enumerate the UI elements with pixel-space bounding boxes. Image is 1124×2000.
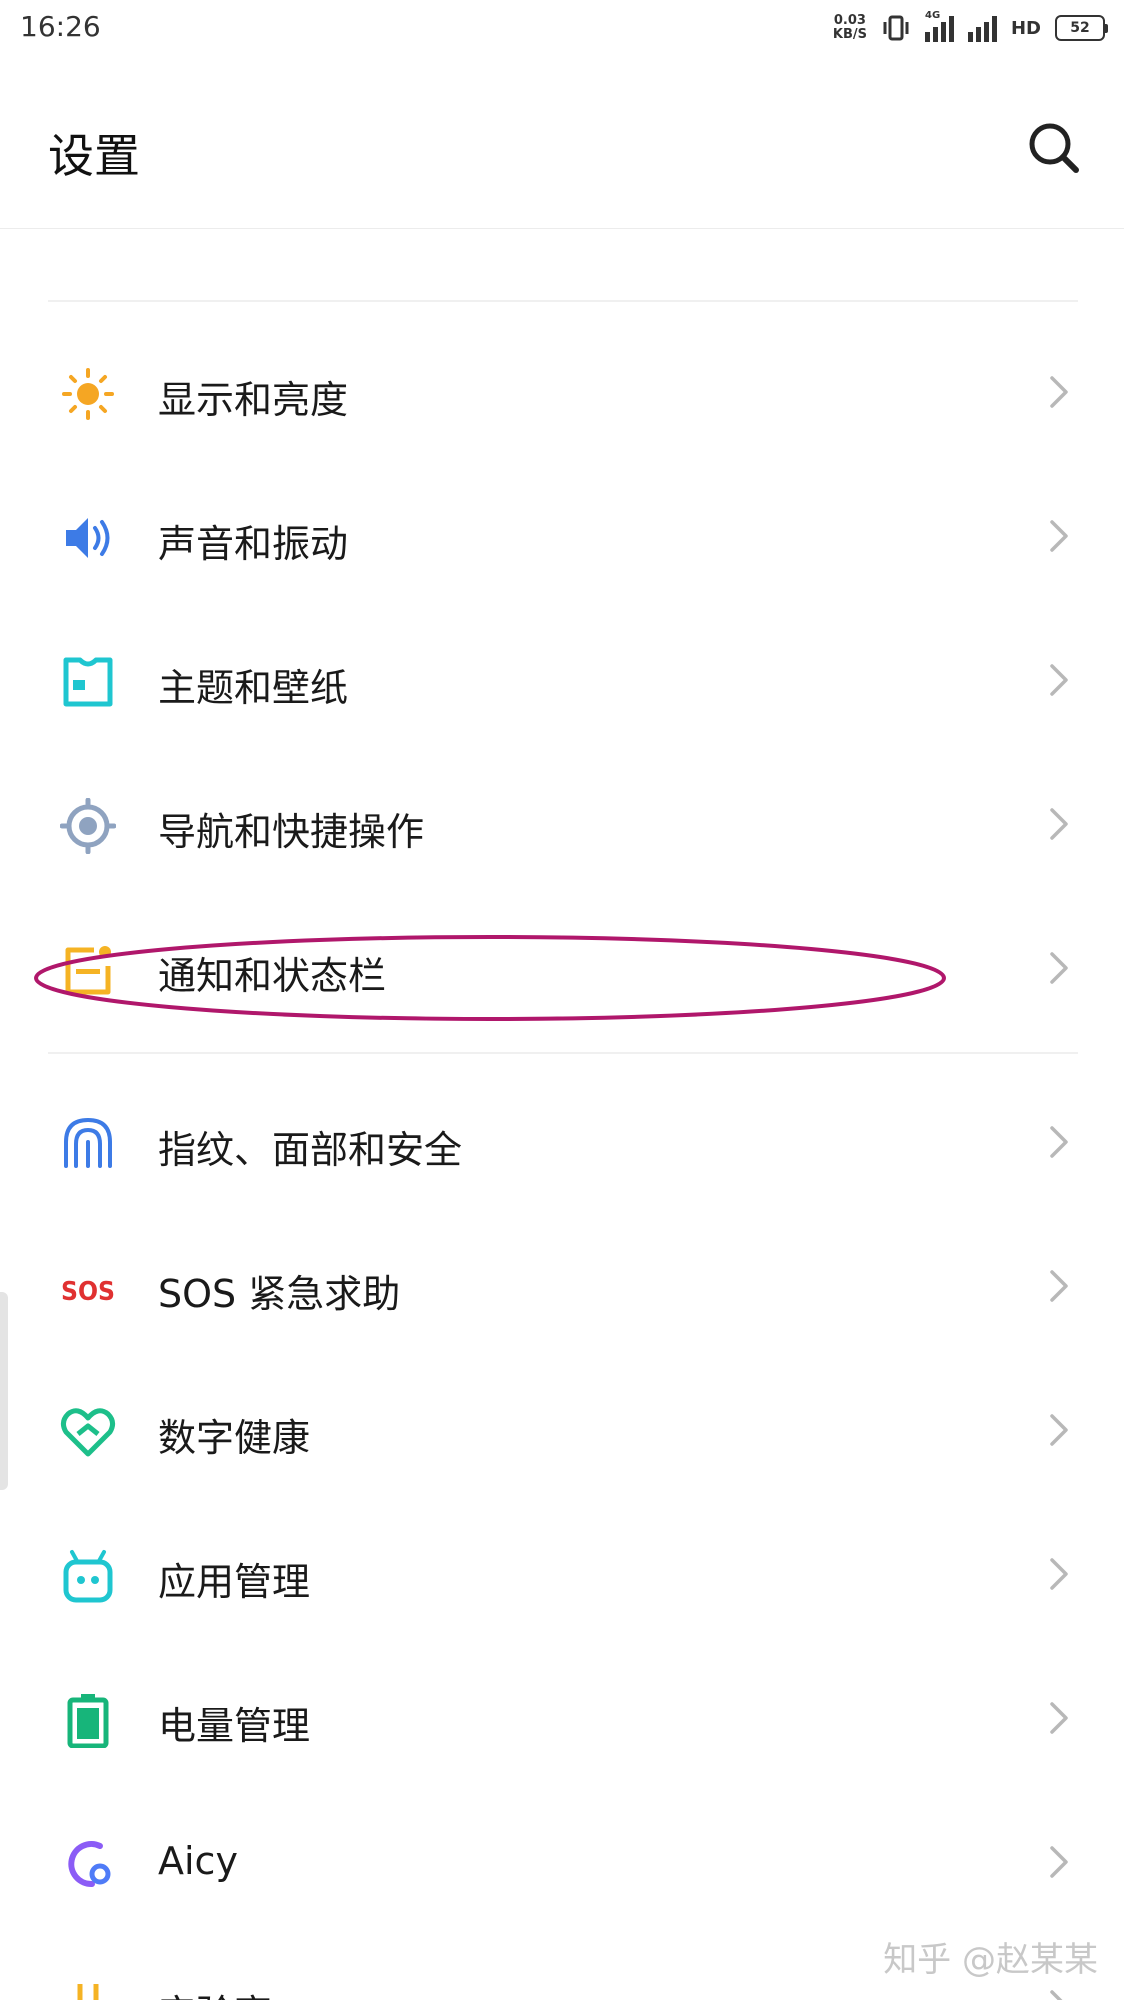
- settings-item-label: Aicy: [158, 1839, 238, 1883]
- settings-item-label: SOS 紧急求助: [158, 1272, 401, 1316]
- settings-item-theme[interactable]: 主题和壁纸: [0, 610, 1124, 750]
- chevron-right-icon: [1050, 1270, 1068, 1302]
- settings-item-label: 电量管理: [158, 1704, 311, 1748]
- shirt-icon: [63, 657, 113, 707]
- search-icon[interactable]: [1024, 118, 1084, 178]
- network-type-label: 4G: [924, 10, 941, 21]
- chevron-right-icon: [1050, 1558, 1068, 1590]
- aicy-icon: [68, 1841, 111, 1888]
- settings-item-label: 导航和快捷操作: [158, 810, 425, 854]
- chevron-right-icon: [1050, 1702, 1068, 1734]
- settings-item-notifications[interactable]: 通知和状态栏: [0, 898, 1124, 1038]
- sos-icon: SOS: [61, 1277, 115, 1307]
- settings-item-label: 声音和振动: [158, 522, 349, 566]
- network-speed-value: 0.03: [833, 13, 866, 28]
- settings-item-sos[interactable]: SOS SOS 紧急求助: [0, 1216, 1124, 1356]
- chevron-right-icon: [1050, 1846, 1068, 1878]
- chevron-right-icon: [1050, 664, 1068, 696]
- settings-item-label: 主题和壁纸: [158, 666, 349, 710]
- chevron-right-icon: [1050, 520, 1068, 552]
- divider: [48, 1052, 1078, 1054]
- fingerprint-icon: [64, 1117, 112, 1168]
- app-header: 设置: [0, 56, 1124, 229]
- settings-item-digital-wellbeing[interactable]: 数字健康: [0, 1360, 1124, 1500]
- speaker-icon: [66, 518, 110, 558]
- battery-status-icon: 52: [1055, 15, 1108, 41]
- heart-icon: [60, 1408, 116, 1457]
- status-time: 16:26: [20, 10, 101, 43]
- chevron-right-icon: [1050, 1990, 1063, 2000]
- settings-item-security[interactable]: 指纹、面部和安全: [0, 1072, 1124, 1212]
- settings-item-label: 通知和状态栏: [158, 954, 387, 998]
- settings-item-display[interactable]: 显示和亮度: [0, 322, 1124, 462]
- chevron-right-icon: [1050, 376, 1068, 408]
- signal-4g-icon: 4G: [924, 10, 954, 42]
- chevron-right-icon: [1050, 1414, 1068, 1446]
- settings-item-label: 应用管理: [158, 1560, 311, 1604]
- network-speed: 0.03 KB/S: [833, 14, 867, 42]
- notification-icon: [65, 946, 111, 995]
- hd-icon: HD: [1010, 17, 1041, 39]
- flask-icon: [77, 1984, 99, 2000]
- settings-item-label: 数字健康: [158, 1416, 311, 1460]
- status-icons: 0.03 KB/S 4G HD 52: [833, 10, 1108, 46]
- settings-item-sound[interactable]: 声音和振动: [0, 466, 1124, 606]
- settings-item-app-management[interactable]: 应用管理: [0, 1504, 1124, 1644]
- watermark: 知乎 @赵某某: [883, 1940, 1098, 1980]
- battery-icon: [67, 1694, 109, 1748]
- chevron-right-icon: [1050, 1126, 1068, 1158]
- status-bar: 16:26 0.03 KB/S 4G HD 52: [0, 0, 1124, 56]
- vibrate-icon: [883, 15, 909, 41]
- chevron-right-icon: [1050, 952, 1068, 984]
- android-icon: [63, 1550, 113, 1603]
- battery-level: 52: [1055, 15, 1105, 41]
- divider: [48, 300, 1078, 302]
- network-speed-unit: KB/S: [832, 27, 867, 42]
- settings-item-label: 指纹、面部和安全: [158, 1128, 463, 1172]
- chevron-right-icon: [1050, 808, 1068, 840]
- target-icon: [60, 798, 116, 854]
- sun-icon: [62, 368, 114, 420]
- settings-item-battery[interactable]: 电量管理: [0, 1648, 1124, 1788]
- settings-item-aicy[interactable]: Aicy: [0, 1792, 1124, 1932]
- settings-item-label: 显示和亮度: [158, 378, 349, 422]
- settings-item-label: 实验室: [158, 1983, 272, 2000]
- settings-screen: 16:26 0.03 KB/S 4G HD 52 设置 显示和亮度 声音和振动 …: [0, 0, 1124, 2000]
- svg-text:SOS: SOS: [61, 1277, 115, 1307]
- edge-scroll-handle[interactable]: [0, 1292, 8, 1490]
- page-title: 设置: [48, 129, 140, 183]
- signal-icon: [967, 14, 997, 42]
- settings-item-navigation[interactable]: 导航和快捷操作: [0, 754, 1124, 894]
